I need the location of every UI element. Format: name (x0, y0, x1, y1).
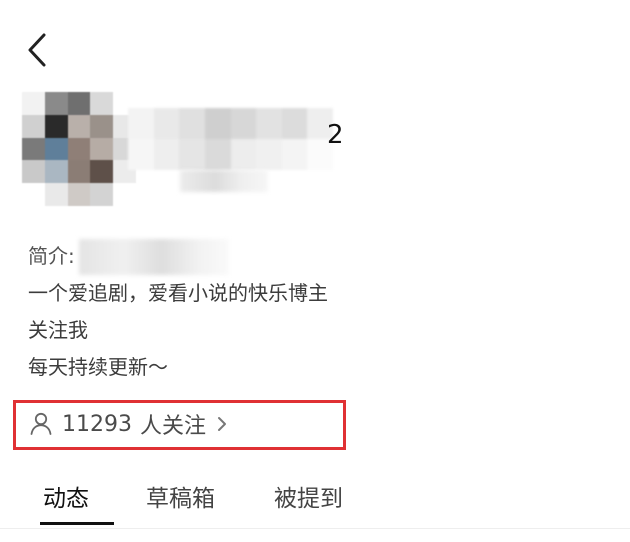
subtitle-mosaic (180, 170, 268, 192)
user-icon (30, 412, 52, 435)
name-mosaic-cell (230, 108, 257, 139)
avatar-mosaic-cell (90, 114, 114, 138)
avatar-mosaic-cell (22, 137, 45, 161)
avatar-mosaic-cell (44, 92, 68, 115)
intro-label: 简介: (28, 244, 75, 268)
back-button[interactable] (22, 30, 56, 70)
avatar-mosaic-cell (22, 114, 45, 138)
tab-drafts[interactable]: 草稿箱 (146, 476, 215, 522)
name-mosaic-cell (230, 139, 257, 170)
active-tab-indicator (40, 522, 114, 525)
follower-label: 人关注 (140, 414, 207, 439)
name-mosaic-cell (128, 139, 154, 170)
avatar-mosaic-cell (67, 160, 91, 184)
name-mosaic-cell (281, 108, 308, 139)
follower-count: 11293 (62, 411, 132, 437)
avatar-mosaic-cell (90, 92, 114, 115)
intro-mosaic (78, 238, 229, 275)
intro-line-1: 一个爱追剧，爱看小说的快乐博主 (28, 281, 328, 305)
name-mosaic-cell (179, 108, 205, 139)
intro-label-line: 简介: (28, 238, 328, 275)
name-mosaic-cell (256, 108, 282, 139)
avatar-mosaic-cell (90, 183, 114, 206)
avatar-mosaic-cell (44, 137, 68, 161)
avatar-mosaic-cell (22, 92, 45, 115)
avatar-mosaic-cell (90, 160, 114, 184)
intro-line-2: 关注我 (28, 318, 88, 342)
intro-line-3: 每天持续更新～ (28, 355, 168, 379)
username-visible-suffix: 2 (327, 120, 344, 150)
avatar-mosaic-cell (22, 160, 45, 184)
tab-dynamics[interactable]: 动态 (43, 476, 89, 522)
avatar-mosaic-cell (44, 160, 68, 184)
profile-tabs: 动态 草稿箱 被提到 (0, 476, 630, 528)
follower-count-row[interactable]: 11293 人关注 (28, 406, 228, 442)
profile-intro: 简介: 一个爱追剧，爱看小说的快乐博主 关注我 每天持续更新～ (28, 238, 328, 386)
name-mosaic-cell (281, 139, 308, 170)
name-mosaic-cell (204, 139, 231, 170)
name-mosaic-cell (153, 139, 180, 170)
chevron-left-icon (28, 33, 46, 67)
chevron-right-icon (218, 417, 227, 431)
name-mosaic-cell (256, 139, 282, 170)
avatar-mosaic-cell (44, 114, 68, 138)
name-mosaic-cell (179, 139, 205, 170)
name-mosaic-cell (128, 108, 154, 139)
tab-mentioned[interactable]: 被提到 (274, 476, 343, 522)
avatar-mosaic-cell (67, 137, 91, 161)
avatar-mosaic-cell (67, 92, 91, 115)
tabs-divider (0, 528, 630, 529)
avatar-mosaic-cell (44, 183, 68, 206)
name-mosaic-cell (153, 108, 180, 139)
avatar-mosaic-cell (113, 183, 136, 206)
avatar-mosaic-cell (67, 183, 91, 206)
avatar-mosaic-cell (67, 114, 91, 138)
avatar[interactable] (22, 92, 136, 206)
username-mosaic (128, 108, 333, 170)
avatar-mosaic-cell (90, 137, 114, 161)
avatar-mosaic-cell (22, 183, 45, 206)
name-mosaic-cell (204, 108, 231, 139)
